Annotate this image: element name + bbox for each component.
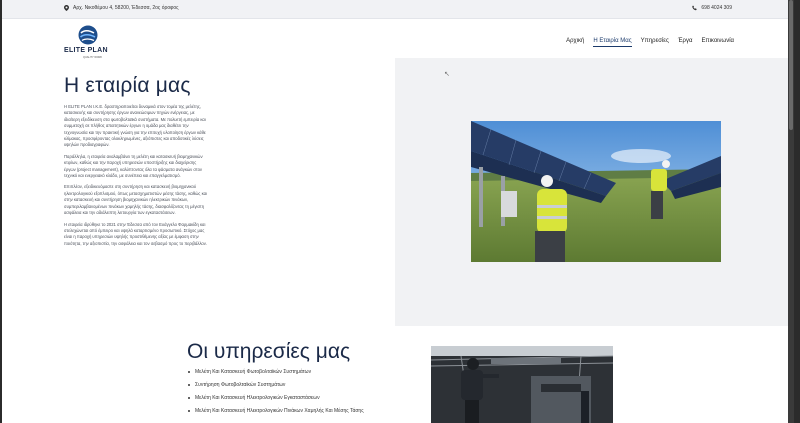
phone-info[interactable]: 698 4024 309 [692,5,732,11]
electrical-work-photo [431,346,613,423]
bullet-icon [188,384,190,386]
service-label: Μελέτη Και Κατασκευή Ηλεκτρολογικών Εγκα… [195,395,320,401]
list-item[interactable]: Μελέτη Και Κατασκευή Ηλεκτρολογικών Πινά… [188,408,364,421]
main-nav: Αρχική Η Εταιρία Μας Υπηρεσίες Έργα Επικ… [566,38,734,47]
bullet-icon [188,410,190,412]
scrollbar-thumb[interactable] [789,0,793,130]
solar-workers-photo [471,121,721,262]
logo-mark-icon [78,25,98,45]
bullet-icon [188,371,190,373]
top-info-bar: Αρχ. Νικοθέμου 4, 58200, Έδεσσα, 2ος όρο… [2,0,794,19]
service-label: Συντήρηση Φωτοβολταϊκών Συστημάτων [195,382,286,388]
elite-plan-logo[interactable]: ELITE PLAN QUALITY WORK [64,24,114,62]
page-scrollbar[interactable] [788,0,794,423]
phone-icon [692,5,698,11]
address-info: Αρχ. Νικοθέμου 4, 58200, Έδεσσα, 2ος όρο… [64,5,179,11]
about-paragraph: Επιπλέον, εξειδικευόμαστε στη συντήρηση … [64,184,207,216]
about-paragraph: Η ELITE PLAN I.K.E. δραστηριοποιείται δυ… [64,104,206,148]
logo-name: ELITE PLAN [64,47,108,54]
services-title: Οι υπηρεσίες μας [187,340,351,363]
mouse-cursor-icon: ↖ [444,71,450,78]
nav-home[interactable]: Αρχική [566,38,584,47]
about-paragraph: Η εταιρεία ιδρύθηκε το 2021 στην Έδεσσα … [64,221,207,246]
page: Αρχ. Νικοθέμου 4, 58200, Έδεσσα, 2ος όρο… [2,0,794,423]
services-list: Μελέτη Και Κατασκευή Φωτοβολταϊκών Συστη… [188,369,364,421]
list-item[interactable]: Συντήρηση Φωτοβολταϊκών Συστημάτων [188,382,364,395]
about-title: Η εταιρία μας [64,74,191,97]
service-label: Μελέτη Και Κατασκευή Φωτοβολταϊκών Συστη… [195,369,312,375]
phone-number[interactable]: 698 4024 309 [701,5,732,11]
location-pin-icon [64,5,69,11]
logo-tagline: QUALITY WORK [83,56,103,59]
list-item[interactable]: Μελέτη Και Κατασκευή Φωτοβολταϊκών Συστη… [188,369,364,382]
bullet-icon [188,397,190,399]
nav-projects[interactable]: Έργα [678,38,693,47]
nav-services[interactable]: Υπηρεσίες [641,38,669,47]
address-text: Αρχ. Νικοθέμου 4, 58200, Έδεσσα, 2ος όρο… [73,5,179,11]
service-label: Μελέτη Και Κατασκευή Ηλεκτρολογικών Πινά… [195,408,364,414]
about-section: Η εταιρία μας Η ELITE PLAN I.K.E. δραστη… [64,74,209,252]
list-item[interactable]: Μελέτη Και Κατασκευή Ηλεκτρολογικών Εγκα… [188,395,364,408]
about-paragraph: Παράλληλα, η εταιρεία αναλαμβάνει τη μελ… [64,153,203,179]
nav-contact[interactable]: Επικοινωνία [701,38,734,47]
nav-company[interactable]: Η Εταιρία Μας [593,38,632,47]
